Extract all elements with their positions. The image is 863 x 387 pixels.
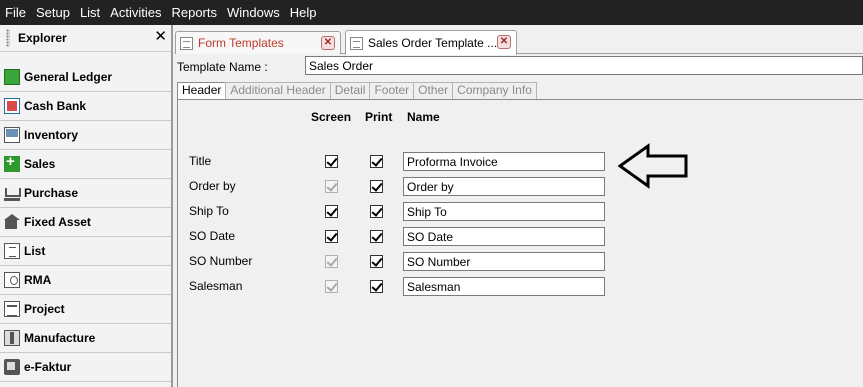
document-icon [180,36,193,50]
name-input-so-number[interactable] [403,252,605,271]
print-checkbox-so-number[interactable] [370,255,383,268]
column-header-screen: Screen [311,110,352,124]
manufacture-icon [4,330,20,346]
field-label-salesman: Salesman [189,279,243,293]
explorer-item-label: Purchase [24,186,79,200]
screen-checkbox-ship-to[interactable] [325,205,338,218]
screen-checkbox-title[interactable] [325,155,338,168]
project-icon [4,301,20,317]
explorer-item-label: e-Faktur [24,360,72,374]
explorer-panel: Explorer ✕ General Ledger Cash Bank Inve… [0,25,173,387]
explorer-item-manufacture[interactable]: Manufacture [0,324,171,353]
tab-header[interactable]: Header [177,82,227,100]
explorer-item-label: List [24,244,46,258]
column-header-print: Print [365,110,393,124]
field-label-order-by: Order by [189,179,236,193]
close-tab-icon[interactable]: ✕ [497,35,511,49]
template-name-label: Template Name : [177,60,268,74]
template-name-input[interactable] [305,56,863,75]
explorer-item-project[interactable]: Project [0,295,171,324]
explorer-item-cash-bank[interactable]: Cash Bank [0,92,171,121]
field-label-so-number: SO Number [189,254,253,268]
explorer-item-list[interactable]: List [0,237,171,266]
explorer-item-sales[interactable]: Sales [0,150,171,179]
name-input-so-date[interactable] [403,227,605,246]
subtab-bar: Header Additional Header Detail Footer O… [177,82,537,100]
screen-checkbox-so-date[interactable] [325,230,338,243]
sales-icon [4,153,20,172]
close-tab-icon[interactable]: ✕ [321,36,335,50]
explorer-item-label: Cash Bank [24,99,87,113]
explorer-item-inventory[interactable]: Inventory [0,121,171,150]
explorer-item-label: Project [24,302,65,316]
main-area: Form Templates ✕ Sales Order Template ..… [175,25,863,387]
explorer-item-label: Sales [24,157,56,171]
cash-bank-icon [4,98,20,114]
menu-activities[interactable]: Activities [105,0,166,25]
explorer-item-label: Inventory [24,128,79,142]
explorer-item-label: RMA [24,273,52,287]
document-tab-bar: Form Templates ✕ Sales Order Template ..… [175,25,863,55]
explorer-title: Explorer [18,31,67,45]
field-label-ship-to: Ship To [189,204,229,218]
menu-setup[interactable]: Setup [31,0,75,25]
explorer-header: Explorer ✕ [0,25,171,52]
print-checkbox-salesman[interactable] [370,280,383,293]
screen-checkbox-order-by [325,180,338,193]
tab-other[interactable]: Other [413,82,454,99]
name-input-title[interactable] [403,152,605,171]
general-ledger-icon [4,69,20,85]
tab-label: Form Templates [198,36,284,50]
screen-checkbox-salesman [325,280,338,293]
tab-company-info[interactable]: Company Info [452,82,537,99]
grip-handle-icon[interactable] [6,29,10,47]
print-checkbox-title[interactable] [370,155,383,168]
explorer-item-rma[interactable]: RMA [0,266,171,295]
menu-list[interactable]: List [75,0,105,25]
column-header-name: Name [407,110,440,124]
tab-footer[interactable]: Footer [369,82,415,99]
print-checkbox-order-by[interactable] [370,180,383,193]
explorer-item-label: General Ledger [24,70,113,84]
field-label-so-date: SO Date [189,229,236,243]
explorer-item-e-faktur[interactable]: e-Faktur [0,353,171,382]
inventory-icon [4,127,20,143]
tab-form-templates[interactable]: Form Templates ✕ [175,31,341,54]
name-input-order-by[interactable] [403,177,605,196]
tab-sales-order-template[interactable]: Sales Order Template ... ✕ [345,30,517,55]
menu-help[interactable]: Help [285,0,322,25]
close-icon[interactable]: ✕ [154,28,167,46]
explorer-item-label: Fixed Asset [24,215,91,229]
explorer-list: General Ledger Cash Bank Inventory Sales… [0,63,171,382]
rma-icon [4,272,20,288]
explorer-item-fixed-asset[interactable]: Fixed Asset [0,208,171,237]
tab-detail[interactable]: Detail [329,82,371,99]
menu-windows[interactable]: Windows [222,0,285,25]
field-label-title: Title [189,154,212,168]
document-icon [350,36,363,50]
explorer-item-label: Manufacture [24,331,96,345]
tab-additional-header[interactable]: Additional Header [225,82,331,99]
explorer-item-purchase[interactable]: Purchase [0,179,171,208]
menu-bar: File Setup List Activities Reports Windo… [0,0,863,25]
e-faktur-icon [4,359,20,375]
annotation-arrow-icon [618,143,688,189]
name-input-salesman[interactable] [403,277,605,296]
purchase-icon [4,185,21,201]
tab-label: Sales Order Template ... [368,36,498,50]
name-input-ship-to[interactable] [403,202,605,221]
screen-checkbox-so-number [325,255,338,268]
fixed-asset-icon [4,214,20,230]
list-icon [4,243,20,259]
explorer-item-general-ledger[interactable]: General Ledger [0,63,171,92]
menu-file[interactable]: File [0,0,31,25]
print-checkbox-ship-to[interactable] [370,205,383,218]
header-fields-panel: Screen Print Name Title Order by Ship To… [177,99,863,387]
menu-reports[interactable]: Reports [166,0,222,25]
print-checkbox-so-date[interactable] [370,230,383,243]
